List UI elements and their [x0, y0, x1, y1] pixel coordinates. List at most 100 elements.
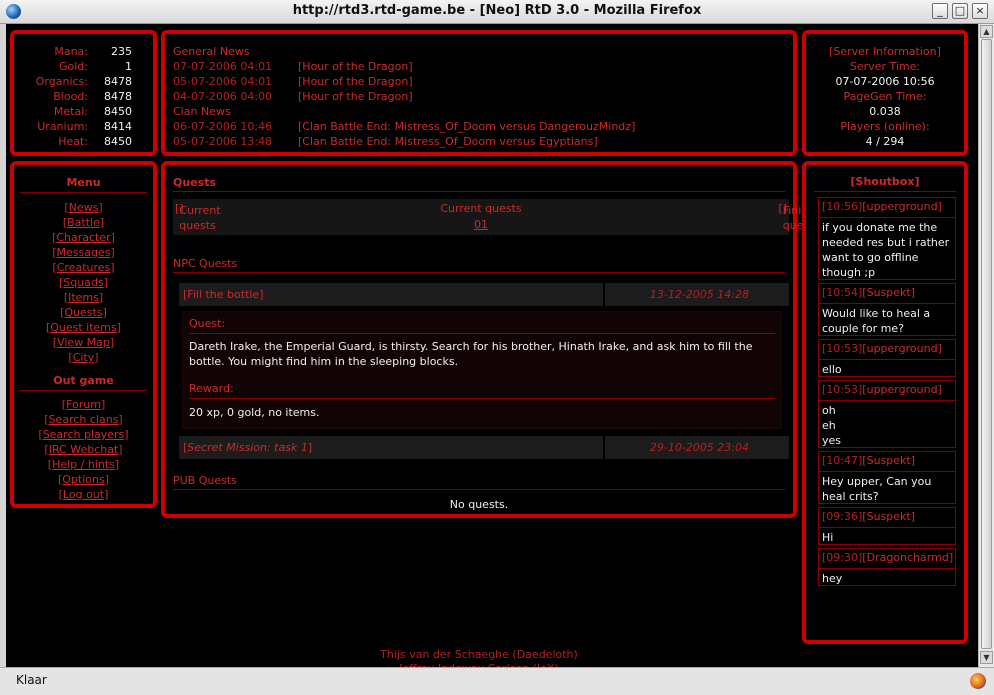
stat-value: 8450	[104, 105, 132, 118]
tab-finished-quests[interactable]: [Finished quests]	[778, 201, 827, 232]
quest-name-cell[interactable]: [Secret Mission: task 1]	[179, 436, 603, 459]
pagegen-label: PageGen Time:	[843, 90, 927, 103]
players-value: 4 / 294	[865, 135, 905, 148]
menu-item-help-hints[interactable]: [Help / hints]	[14, 457, 153, 472]
shoutbox-title[interactable]: [Shoutbox]	[814, 174, 956, 192]
menu-item-options[interactable]: [Options]	[14, 472, 153, 487]
stat-row: Heat: 8450	[18, 134, 132, 149]
menu-item-character[interactable]: [Character]	[14, 230, 153, 245]
shout-message: [10:54][Suspekt] Would like to heal a cou…	[818, 283, 956, 336]
server-info-panel: [Server Information] Server Time: 07-07-…	[802, 30, 968, 156]
reward-label: Reward:	[189, 380, 775, 399]
quest-name-cell[interactable]: [Fill the bottle]	[179, 283, 603, 306]
menu-item-search-players[interactable]: [Search players]	[14, 427, 153, 442]
stat-row: Metal: 8450	[18, 104, 132, 119]
menu-item-quests[interactable]: [Quests]	[14, 305, 153, 320]
status-bar: Klaar	[0, 667, 994, 695]
shout-time: [10:54]	[822, 286, 863, 299]
no-quests-text: No quests.	[449, 498, 509, 511]
shout-user-link[interactable]: [Suspekt]	[862, 286, 915, 299]
quest-date: 29-10-2005 23:04	[649, 441, 749, 454]
shout-text: Hi	[822, 531, 834, 544]
window-left-edge	[0, 24, 6, 667]
news-link[interactable]: [Hour of the Dragon]	[298, 74, 413, 89]
shout-text: oh eh yes	[822, 404, 842, 447]
menu-item-search-clans[interactable]: [Search clans]	[14, 412, 153, 427]
stat-row: Gold: 1	[18, 59, 132, 74]
server-info-title[interactable]: [Server Information]	[806, 44, 964, 59]
server-time-value: 07-07-2006 10:56	[835, 75, 935, 88]
stat-label: Heat:	[58, 135, 88, 148]
stat-label: Uranium:	[37, 120, 88, 133]
stat-value: 235	[111, 45, 132, 58]
menu-item-quest-items[interactable]: [Quest items]	[14, 320, 153, 335]
close-button[interactable]: ×	[972, 3, 988, 19]
menu-item-creatures[interactable]: [Creatures]	[14, 260, 153, 275]
shout-text: ello	[822, 363, 842, 376]
shout-user-link[interactable]: [upperground]	[862, 200, 942, 213]
stat-label: Organics:	[35, 75, 88, 88]
clan-news-heading: Clan News	[173, 105, 231, 118]
menu-item-irc-webchat[interactable]: [IRC Webchat]	[14, 442, 153, 457]
shout-user-link[interactable]: [Suspekt]	[862, 510, 915, 523]
shout-text: Would like to heal a couple for me?	[822, 307, 931, 335]
stat-value: 8478	[104, 90, 132, 103]
menu-item-city[interactable]: [City]	[14, 350, 153, 365]
reward-text: 20 xp, 0 gold, no items.	[189, 406, 320, 419]
menu-item-log-out[interactable]: [Log out]	[14, 487, 153, 502]
news-link[interactable]: [Clan Battle End: Mistress_Of_Doom versu…	[298, 119, 635, 134]
general-news-heading: General News	[173, 45, 250, 58]
stat-value: 8478	[104, 75, 132, 88]
shout-time: [10:53]	[822, 383, 863, 396]
stat-label: Gold:	[59, 60, 88, 73]
news-date: 06-07-2006 10:46	[173, 120, 273, 133]
menu-item-items[interactable]: [Items]	[14, 290, 153, 305]
news-date: 04-07-2006 04:00	[173, 90, 273, 103]
window-titlebar: http://rtd3.rtd-game.be - [Neo] RtD 3.0 …	[0, 0, 994, 24]
menu-item-battle[interactable]: [Battle]	[14, 215, 153, 230]
quests-panel: Quests [Current quests] Current quests […	[161, 161, 828, 518]
stat-label: Blood:	[53, 90, 88, 103]
shout-time: [10:56]	[822, 200, 863, 213]
page-link[interactable]: 01	[173, 217, 789, 232]
quest-description: Dareth Irake, the Emperial Guard, is thi…	[189, 340, 753, 368]
quest-date-cell: 29-10-2005 23:04	[605, 436, 789, 459]
shout-user-link[interactable]: [upperground]	[862, 383, 942, 396]
news-link[interactable]: [Hour of the Dragon]	[298, 59, 413, 74]
stat-row: Blood: 8478	[18, 89, 132, 104]
shout-message: [10:56][upperground] if you donate me the…	[818, 197, 956, 280]
stat-label: Mana:	[54, 45, 88, 58]
menu-item-messages[interactable]: [Messages]	[14, 245, 153, 260]
firefox-icon	[970, 673, 986, 689]
news-link[interactable]: [Hour of the Dragon]	[298, 89, 413, 104]
pagegen-value: 0.038	[869, 105, 901, 118]
menu-item-news[interactable]: [News]	[14, 200, 153, 215]
stat-label: Metal:	[53, 105, 88, 118]
shout-user-link[interactable]: [Dragoncharmd]	[862, 551, 953, 564]
menu-item-squads[interactable]: [Squads]	[14, 275, 153, 290]
menu-item-forum[interactable]: [Forum]	[14, 397, 153, 412]
scroll-up-arrow-icon[interactable]: ▲	[980, 25, 993, 38]
shout-time: [09:30]	[822, 551, 863, 564]
vertical-scrollbar[interactable]: ▲ ▼	[978, 24, 994, 667]
stat-value: 8450	[104, 135, 132, 148]
quest-detail-box: Quest: Dareth Irake, the Emperial Guard,…	[182, 311, 782, 429]
minimize-button[interactable]: _	[932, 3, 948, 19]
shout-header: [10:47][Suspekt]	[819, 452, 955, 472]
shout-text: hey	[822, 572, 843, 585]
shout-header: [10:56][upperground]	[819, 198, 955, 218]
shout-header: [10:53][upperground]	[819, 340, 955, 360]
server-time-label: Server Time:	[849, 60, 921, 73]
menu-item-view-map[interactable]: [View Map]	[14, 335, 153, 350]
shout-user-link[interactable]: [upperground]	[862, 342, 942, 355]
maximize-button[interactable]: □	[952, 3, 968, 19]
news-link[interactable]: [Clan Battle End: Mistress_Of_Doom versu…	[298, 134, 598, 149]
news-date: 05-07-2006 04:01	[173, 75, 273, 88]
scrollbar-thumb[interactable]	[981, 39, 992, 649]
quest-name-link[interactable]: Fill the bottle	[187, 288, 259, 301]
quest-name-link[interactable]: Secret Mission: task 1	[187, 441, 308, 454]
pub-quests-heading: PUB Quests	[173, 473, 785, 490]
shout-user-link[interactable]: [Suspekt]	[862, 454, 915, 467]
resource-stats-panel: Mana: 235 Gold: 1 Organics: 8478 Blood: 8478…	[10, 30, 157, 156]
scroll-down-arrow-icon[interactable]: ▼	[980, 651, 993, 664]
